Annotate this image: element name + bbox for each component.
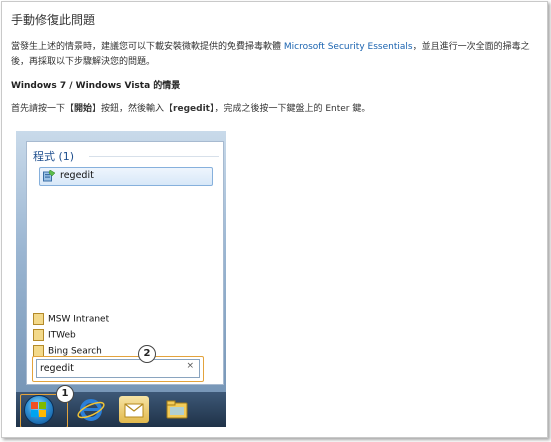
intro-paragraph: 當發生上述的情景時，建議您可以下載安裝微軟提供的免費掃毒軟體 Microsoft… xyxy=(11,40,541,70)
registry-editor-icon xyxy=(43,170,55,182)
start-search-input[interactable] xyxy=(40,361,178,375)
mse-link[interactable]: Microsoft Security Essentials xyxy=(284,42,413,52)
step-text-3: 】，完成之後按一下鍵盤上的 Enter 鍵。 xyxy=(209,104,371,114)
link-item-label: Bing Search xyxy=(48,346,102,357)
start-menu-screenshot: 程式 (1) regedit MSW Intranet ITWeb Bing S… xyxy=(16,131,226,427)
callout-badge-2: 2 xyxy=(138,345,156,363)
step-instruction: 首先請按一下【開始】按鈕，然後輸入【regedit】，完成之後按一下鍵盤上的 E… xyxy=(11,101,370,114)
link-item-itweb[interactable]: ITWeb xyxy=(33,329,76,342)
bookmark-link-icon xyxy=(33,329,44,341)
step-keyword-start: 開始 xyxy=(74,104,93,114)
regedit-result-item[interactable]: regedit xyxy=(39,167,213,186)
internet-explorer-icon[interactable] xyxy=(76,396,106,423)
callout-badge-1: 1 xyxy=(56,385,74,403)
start-menu-panel: 程式 (1) regedit MSW Intranet ITWeb Bing S… xyxy=(26,141,224,385)
link-item-label: ITWeb xyxy=(48,330,76,341)
clear-search-icon[interactable]: × xyxy=(186,361,194,371)
link-item-msw-intranet[interactable]: MSW Intranet xyxy=(33,313,109,326)
link-item-label: MSW Intranet xyxy=(48,314,110,325)
step-text-1: 首先請按一下【 xyxy=(11,104,75,114)
programs-section-title: 程式 (1) xyxy=(33,150,75,163)
intro-text-before: 當發生上述的情景時，建議您可以下載安裝微軟提供的免費掃毒軟體 xyxy=(11,42,284,52)
page-title: 手動修復此問題 xyxy=(11,13,96,27)
outlook-icon[interactable] xyxy=(119,396,149,423)
start-search-box[interactable]: × xyxy=(36,359,200,378)
step-keyword-regedit: regedit xyxy=(173,104,210,114)
regedit-result-label: regedit xyxy=(60,170,94,181)
bookmark-link-icon xyxy=(33,313,44,325)
step-text-2: 】按鈕，然後輸入【 xyxy=(92,104,174,114)
section-heading: Windows 7 / Windows Vista 的情景 xyxy=(11,81,181,91)
folder-explorer-icon[interactable] xyxy=(162,396,192,423)
section-divider xyxy=(89,156,219,157)
